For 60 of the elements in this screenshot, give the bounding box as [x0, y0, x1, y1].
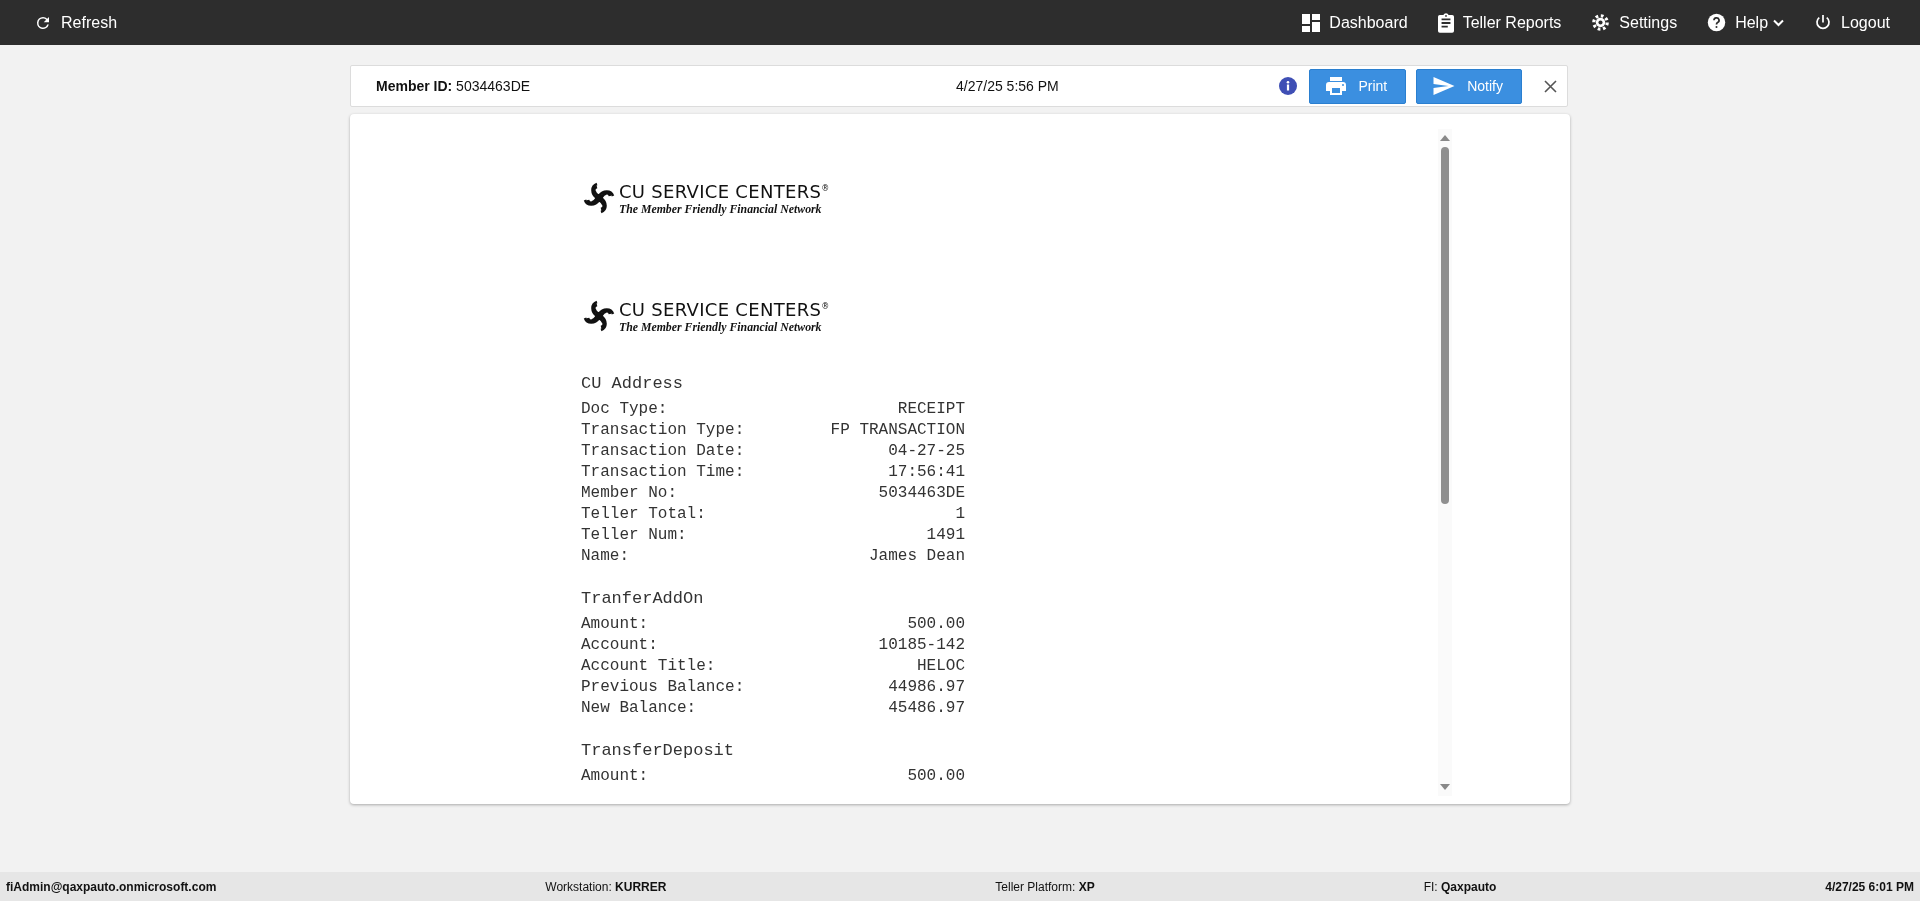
- receipt-label: Doc Type:: [581, 399, 668, 420]
- receipt-label: Name:: [581, 546, 629, 567]
- receipt-value: 45486.97: [888, 698, 965, 719]
- scroll-down-icon[interactable]: [1440, 784, 1450, 790]
- scroll-up-icon[interactable]: [1440, 135, 1450, 141]
- status-info: FI: Qaxpauto: [1423, 879, 1497, 894]
- receipt-label: Account Title:: [581, 656, 716, 677]
- receipt-value: FP TRANSACTION: [830, 420, 965, 441]
- close-icon[interactable]: [1544, 79, 1557, 93]
- receipt-value: HELOC: [917, 656, 965, 677]
- receipt-value: 04-27-25: [888, 441, 965, 462]
- printer-icon: [1326, 77, 1347, 95]
- receipt-heading: TransferDeposit: [581, 740, 735, 761]
- send-icon: [1433, 77, 1456, 95]
- logo-name: CU SERVICE CENTERS$^{®}$: [619, 180, 830, 202]
- status-info: Workstation: KURRER: [545, 879, 667, 894]
- receipt-value: RECEIPT: [897, 399, 965, 420]
- receipt-label: Amount:: [581, 614, 649, 635]
- date-time-text: 4/27/25 5:56 PM: [956, 78, 1060, 94]
- receipt-value: 1: [955, 504, 965, 525]
- receipt-value: 17:56:41: [888, 462, 965, 483]
- settings-icon: [1591, 13, 1611, 32]
- receipt-label: New Balance:: [581, 698, 697, 719]
- receipt-heading: TranferAddOn: [581, 588, 704, 609]
- receipt-label: Transaction Time:: [581, 462, 745, 483]
- member-id-label: Member ID: 5034463DE: [376, 78, 532, 94]
- refresh-link[interactable]: Refresh: [34, 13, 118, 32]
- power-icon: [1814, 13, 1833, 32]
- receipt-value: 1491: [926, 525, 965, 546]
- receipt-value: 44986.97: [888, 677, 965, 698]
- clipboard-icon: [1437, 12, 1454, 33]
- nav-link[interactable]: Logout: [1814, 13, 1890, 32]
- nav-link[interactable]: Dashboard: [1302, 13, 1408, 32]
- receipt-label: Transaction Date:: [581, 441, 745, 462]
- logo-tagline: The Member Friendly Financial Network: [619, 202, 823, 217]
- info-icon[interactable]: [1279, 77, 1298, 95]
- scrollbar[interactable]: [1438, 129, 1452, 796]
- status-time: 4/27/25 6:01 PM: [1825, 879, 1914, 894]
- receipt-label: Account:: [581, 635, 658, 656]
- nav-link[interactable]: Help: [1707, 13, 1785, 32]
- receipt-label: Previous Balance:: [581, 677, 745, 698]
- receipt-value: James Dean: [869, 546, 965, 567]
- receipt-label: Member No:: [581, 483, 677, 504]
- dashboard-icon: [1302, 13, 1321, 32]
- receipt-label: Transaction Type:: [581, 420, 745, 441]
- receipt-label: Amount:: [581, 766, 649, 787]
- help-icon: [1707, 13, 1727, 32]
- receipt-value: 10185-142: [878, 635, 965, 656]
- receipt-label: Teller Num:: [581, 525, 687, 546]
- receipt-value: 500.00: [907, 614, 965, 635]
- receipt-label: Teller Total:: [581, 504, 706, 525]
- nav-link[interactable]: Settings: [1591, 13, 1678, 32]
- receipt-value: 5034463DE: [878, 483, 965, 504]
- status-info: Teller Platform: XP: [995, 879, 1095, 894]
- logo-name: CU SERVICE CENTERS$^{®}$: [619, 298, 830, 320]
- logo-tagline: The Member Friendly Financial Network: [619, 320, 823, 335]
- user-email: fiAdmin@qaxpauto.onmicrosoft.com: [6, 879, 217, 894]
- nav-link[interactable]: Teller Reports: [1437, 12, 1562, 33]
- receipt-heading: CU Address: [581, 373, 684, 394]
- receipt-value: 500.00: [907, 766, 965, 787]
